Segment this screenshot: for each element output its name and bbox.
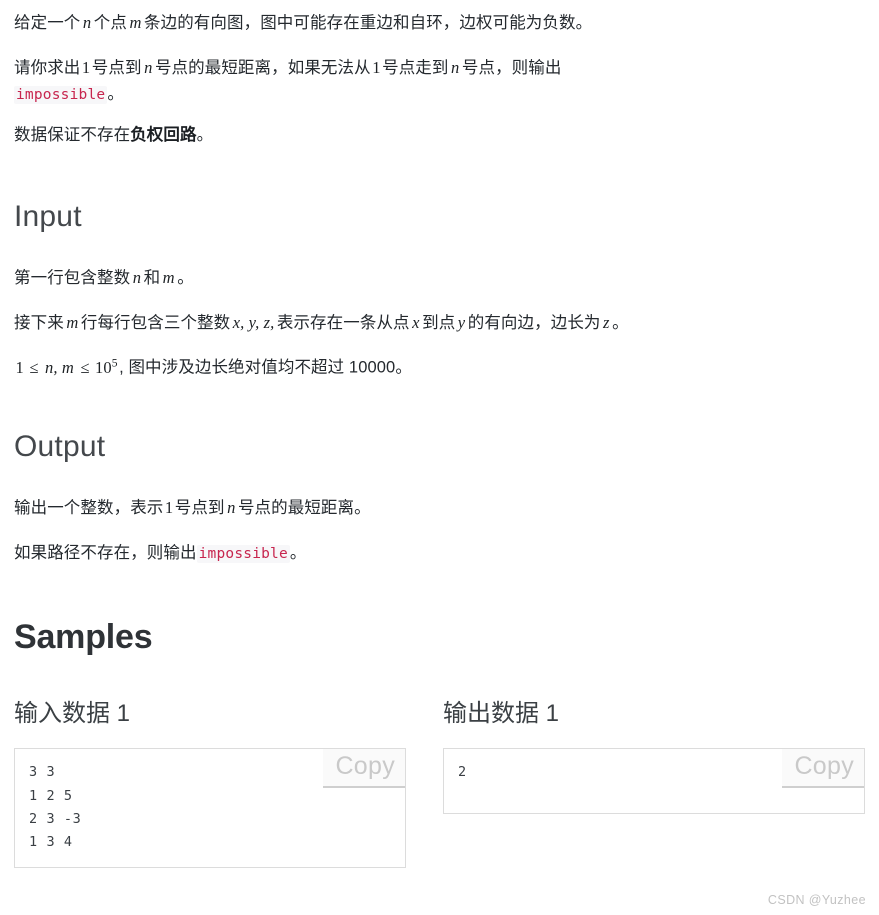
inline-code-impossible: impossible (14, 86, 108, 105)
section-heading-output: Output (14, 430, 106, 464)
text-segment: 接下来 (14, 313, 64, 332)
input-paragraph-2: 接下来 m 行每行包含三个整数 x, y, z, 表示存在一条从点 x 到点 y 的有向边，边长… (0, 310, 879, 337)
text-segment: 的有向边，边长为 (467, 313, 601, 332)
math-le-1: ≤ (29, 357, 39, 377)
math-vars-nm: n, m (45, 357, 74, 377)
text-segment: 第一行包含整数 (14, 268, 131, 287)
sample-output-box: 2 Copy (443, 748, 865, 815)
text-segment: 号点的最短距离，如果无法从 (154, 58, 371, 77)
section-heading-samples: Samples (14, 617, 153, 656)
text-segment: 。 (196, 126, 214, 145)
text-segment: 。 (289, 544, 307, 563)
text-segment: 数据保证不存在 (14, 126, 131, 145)
input-paragraph-3: 1 ≤ n, m ≤105, 图中涉及边长绝对值均不超过 10000。 (0, 354, 879, 381)
text-segment: 个点 (93, 14, 127, 32)
math-power-base: 10 (95, 357, 112, 377)
description-paragraph-3: 数据保证不存在负权回路。 (0, 122, 879, 149)
text-segment: 和 (143, 268, 161, 287)
math-var-x: x (412, 312, 420, 332)
text-segment: 。 (177, 268, 194, 287)
math-var-y: y (457, 312, 466, 332)
inline-code-impossible: impossible (196, 545, 290, 564)
math-var-m: m (66, 312, 79, 332)
text-segment: 号点到 (91, 58, 142, 77)
sample-output-column: 输出数据 1 2 Copy (443, 700, 865, 815)
text-segment: 号点，则输出 (461, 58, 562, 77)
text-segment: 号点走到 (382, 58, 449, 77)
description-paragraph-1: 给定一个 n 个点 m 条边的有向图，图中可能存在重边和自环，边权可能为负数。 (0, 10, 879, 37)
samples-container: 输入数据 1 3 3 1 2 5 2 3 -3 1 3 4 Copy 输出数据 … (0, 700, 879, 869)
csdn-watermark: CSDN @Yuzhee (767, 893, 866, 907)
text-segment: 表示存在一条从点 (276, 313, 410, 332)
text-segment: 到点 (422, 313, 456, 332)
text-segment: 。 (612, 313, 629, 332)
emphasis-negative-cycle: 负权回路 (130, 126, 197, 145)
math-number-1: 1 (81, 57, 91, 77)
math-var-n: n (132, 267, 142, 287)
math-number-1: 1 (15, 357, 24, 377)
input-paragraph-1: 第一行包含整数 n 和 m。 (0, 265, 879, 292)
text-segment: 条边的有向图，图中可能存在重边和自环，边权可能为负数。 (144, 14, 593, 32)
text-segment: 如果路径不存在，则输出 (14, 544, 197, 563)
section-heading-input: Input (14, 199, 82, 233)
text-segment: 。 (107, 85, 124, 104)
text-segment: 行每行包含三个整数 (80, 313, 231, 332)
text-segment: 给定一个 (14, 14, 81, 32)
text-segment: 号点的最短距离。 (237, 499, 371, 518)
math-power-exponent: 5 (111, 357, 118, 370)
math-var-n: n (144, 57, 153, 77)
math-le-2: ≤ (80, 357, 90, 377)
copy-button-input[interactable]: Copy (323, 749, 405, 789)
math-number-1: 1 (164, 498, 174, 518)
math-var-n: n (451, 57, 460, 77)
math-var-m: m (162, 267, 175, 287)
sample-input-box: 3 3 1 2 5 2 3 -3 1 3 4 Copy (14, 748, 406, 869)
text-segment: 输出一个整数，表示 (14, 499, 164, 518)
sample-output-label: 输出数据 1 (443, 699, 560, 727)
math-power: 105 (94, 357, 120, 377)
text-segment: 请你求出 (14, 58, 81, 77)
math-var-m: m (129, 13, 142, 32)
math-var-n: n (82, 13, 92, 32)
math-var-n: n (227, 498, 236, 518)
output-paragraph-1: 输出一个整数，表示1号点到 n 号点的最短距离。 (0, 495, 879, 522)
problem-statement-page: 给定一个 n 个点 m 条边的有向图，图中可能存在重边和自环，边权可能为负数。 请你求出… (0, 0, 879, 915)
math-vars-xyz: x, y, z, (232, 312, 275, 332)
input-section-body: 第一行包含整数 n 和 m。 接下来 m 行每行包含三个整数 x, y, z, 表示存在一条从… (0, 265, 879, 382)
sample-input-label: 输入数据 1 (14, 699, 131, 727)
math-var-z: z (603, 312, 610, 332)
text-segment: , 图中涉及边长绝对值均不超过 10000。 (119, 358, 412, 377)
math-number-1b: 1 (372, 57, 381, 77)
text-segment: 号点到 (174, 499, 225, 518)
copy-button-output[interactable]: Copy (782, 749, 864, 789)
problem-description: 给定一个 n 个点 m 条边的有向图，图中可能存在重边和自环，边权可能为负数。 请你求出… (0, 0, 879, 149)
description-paragraph-2: 请你求出1号点到 n 号点的最短距离，如果无法从1号点走到 n 号点，则输出 imposs… (0, 55, 879, 108)
sample-input-column: 输入数据 1 3 3 1 2 5 2 3 -3 1 3 4 Copy (14, 700, 443, 869)
output-section-body: 输出一个整数，表示1号点到 n 号点的最短距离。 如果路径不存在，则输出 imposs… (0, 495, 879, 566)
output-paragraph-2: 如果路径不存在，则输出 impossible。 (0, 540, 879, 567)
